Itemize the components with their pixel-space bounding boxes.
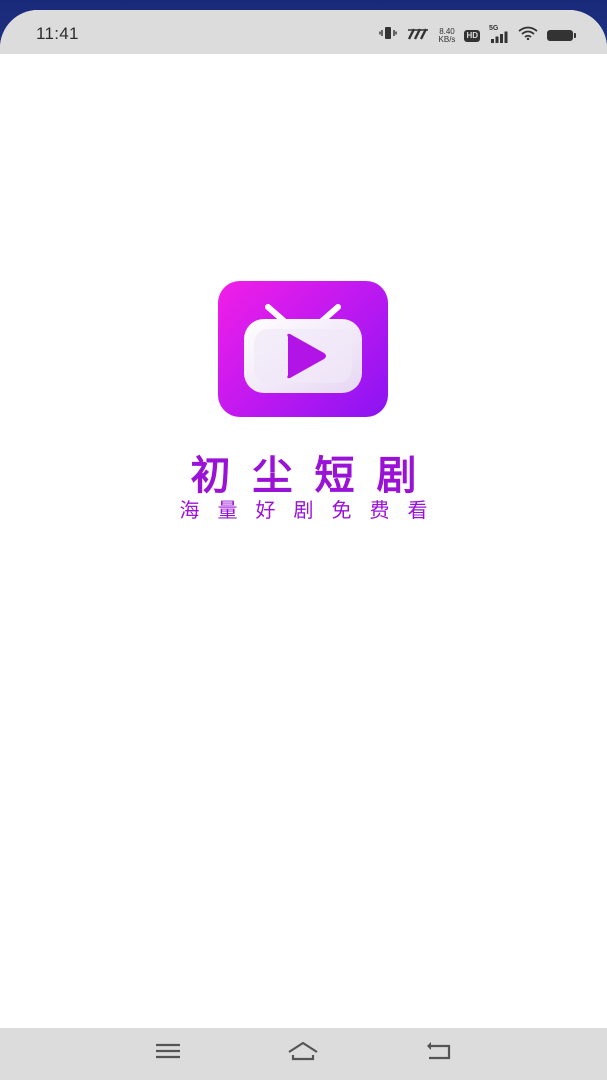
status-bar: 11:41 8.40 KB/s HD 5G	[0, 10, 607, 54]
home-icon	[286, 1040, 320, 1067]
wifi-icon	[518, 26, 538, 45]
app-name: 初尘短剧	[190, 453, 439, 499]
menu-icon	[154, 1041, 182, 1066]
app-slogan: 海量好剧免费看	[179, 498, 446, 522]
network-speed: 8.40 KB/s	[438, 27, 456, 44]
hd-icon: HD	[464, 29, 480, 42]
home-button[interactable]	[283, 1038, 323, 1068]
speed-unit: KB/s	[438, 34, 456, 44]
menu-button[interactable]	[148, 1038, 188, 1068]
splash-screen: 初尘短剧 海量好剧免费看	[0, 54, 607, 1028]
no-disturb-icon	[406, 27, 430, 45]
tv-play-icon	[218, 281, 388, 417]
status-icons: 8.40 KB/s HD 5G	[378, 25, 576, 45]
battery-icon	[547, 30, 576, 41]
back-icon	[425, 1040, 453, 1067]
status-time: 11:41	[36, 24, 79, 43]
back-button[interactable]	[419, 1038, 459, 1068]
phone-screen: 11:41 8.40 KB/s HD 5G 初尘短剧 海量好剧免费看	[0, 10, 607, 1080]
vibrate-icon	[378, 26, 397, 45]
signal-icon: 5G	[489, 25, 509, 43]
navigation-bar	[0, 1028, 607, 1080]
